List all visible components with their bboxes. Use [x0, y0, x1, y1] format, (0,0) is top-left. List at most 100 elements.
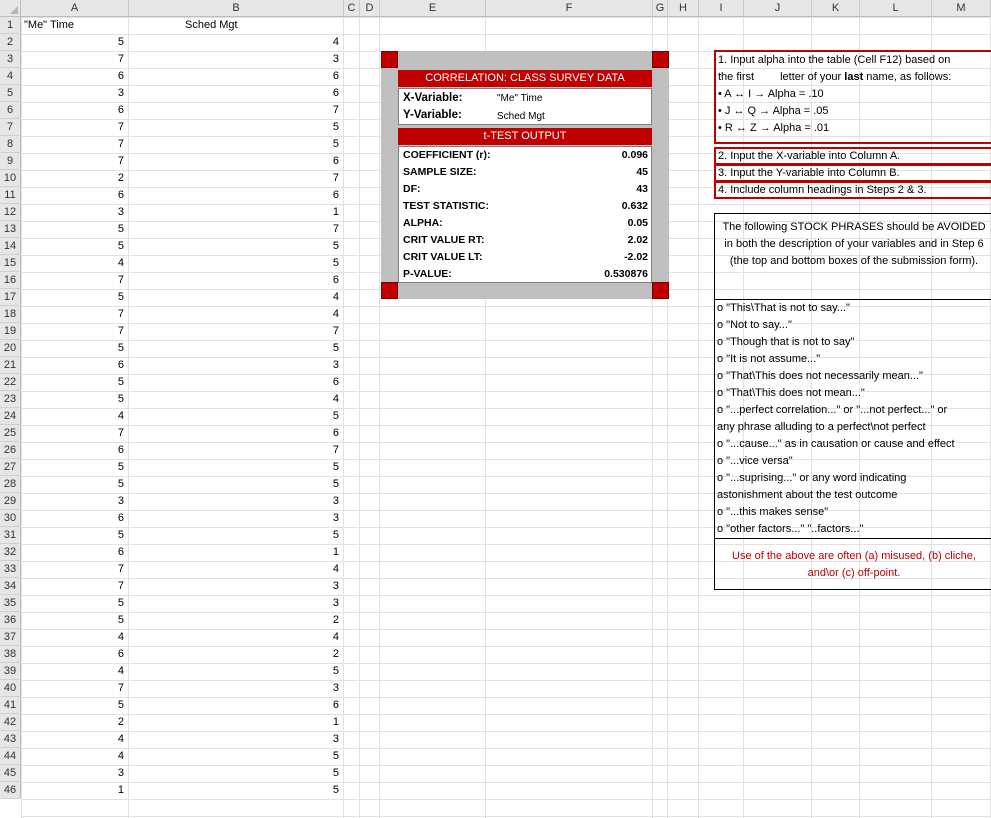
cell-b28[interactable]: 5 [129, 476, 339, 493]
cell-b5[interactable]: 6 [129, 85, 339, 102]
row-header-1[interactable]: 1 [0, 17, 21, 34]
cell-b26[interactable]: 7 [129, 442, 339, 459]
x-variable-value[interactable]: "Me" Time [497, 93, 542, 104]
cell-b15[interactable]: 5 [129, 255, 339, 272]
column-header-c[interactable]: C [344, 0, 360, 17]
row-header-38[interactable]: 38 [0, 646, 21, 663]
cell-a32[interactable]: 6 [21, 544, 124, 561]
cell-b8[interactable]: 5 [129, 136, 339, 153]
cell-a1[interactable]: "Me" Time [24, 17, 74, 34]
cell-b36[interactable]: 2 [129, 612, 339, 629]
row-header-8[interactable]: 8 [0, 136, 21, 153]
cell-a9[interactable]: 7 [21, 153, 124, 170]
row-header-25[interactable]: 25 [0, 425, 21, 442]
column-header-f[interactable]: F [486, 0, 653, 17]
cell-a39[interactable]: 4 [21, 663, 124, 680]
row-header-28[interactable]: 28 [0, 476, 21, 493]
cell-a36[interactable]: 5 [21, 612, 124, 629]
stat-value[interactable]: -2.02 [624, 251, 648, 263]
row-header-4[interactable]: 4 [0, 68, 21, 85]
row-header-26[interactable]: 26 [0, 442, 21, 459]
cell-a34[interactable]: 7 [21, 578, 124, 595]
row-header-45[interactable]: 45 [0, 765, 21, 782]
cell-b31[interactable]: 5 [129, 527, 339, 544]
cell-b42[interactable]: 1 [129, 714, 339, 731]
cell-a25[interactable]: 7 [21, 425, 124, 442]
cell-a37[interactable]: 4 [21, 629, 124, 646]
row-header-39[interactable]: 39 [0, 663, 21, 680]
cell-b6[interactable]: 7 [129, 102, 339, 119]
stat-value[interactable]: 0.05 [628, 217, 648, 229]
cell-a35[interactable]: 5 [21, 595, 124, 612]
row-header-17[interactable]: 17 [0, 289, 21, 306]
cell-a24[interactable]: 4 [21, 408, 124, 425]
column-header-k[interactable]: K [812, 0, 860, 17]
row-header-43[interactable]: 43 [0, 731, 21, 748]
row-header-23[interactable]: 23 [0, 391, 21, 408]
cell-b7[interactable]: 5 [129, 119, 339, 136]
row-header-41[interactable]: 41 [0, 697, 21, 714]
stat-value[interactable]: 0.530876 [604, 268, 648, 280]
cell-a6[interactable]: 6 [21, 102, 124, 119]
cell-a12[interactable]: 3 [21, 204, 124, 221]
cell-a45[interactable]: 3 [21, 765, 124, 782]
cell-b23[interactable]: 4 [129, 391, 339, 408]
cell-a43[interactable]: 4 [21, 731, 124, 748]
cell-b43[interactable]: 3 [129, 731, 339, 748]
row-header-36[interactable]: 36 [0, 612, 21, 629]
row-header-13[interactable]: 13 [0, 221, 21, 238]
cell-b3[interactable]: 3 [129, 51, 339, 68]
cell-b13[interactable]: 7 [129, 221, 339, 238]
cell-b1[interactable]: Sched Mgt [185, 17, 238, 34]
cell-a29[interactable]: 3 [21, 493, 124, 510]
cell-b20[interactable]: 5 [129, 340, 339, 357]
row-header-24[interactable]: 24 [0, 408, 21, 425]
cell-b19[interactable]: 7 [129, 323, 339, 340]
cell-b34[interactable]: 3 [129, 578, 339, 595]
cell-a10[interactable]: 2 [21, 170, 124, 187]
column-header-g[interactable]: G [653, 0, 668, 17]
row-header-27[interactable]: 27 [0, 459, 21, 476]
cell-b41[interactable]: 6 [129, 697, 339, 714]
cell-a16[interactable]: 7 [21, 272, 124, 289]
cell-a15[interactable]: 4 [21, 255, 124, 272]
cell-b9[interactable]: 6 [129, 153, 339, 170]
cell-a33[interactable]: 7 [21, 561, 124, 578]
column-header-l[interactable]: L [860, 0, 932, 17]
cell-a23[interactable]: 5 [21, 391, 124, 408]
cell-b40[interactable]: 3 [129, 680, 339, 697]
row-header-42[interactable]: 42 [0, 714, 21, 731]
cell-a38[interactable]: 6 [21, 646, 124, 663]
cell-a18[interactable]: 7 [21, 306, 124, 323]
cell-a28[interactable]: 5 [21, 476, 124, 493]
cell-a44[interactable]: 4 [21, 748, 124, 765]
cell-a30[interactable]: 6 [21, 510, 124, 527]
cell-a14[interactable]: 5 [21, 238, 124, 255]
stat-value[interactable]: 0.632 [622, 200, 648, 212]
row-header-33[interactable]: 33 [0, 561, 21, 578]
cell-b21[interactable]: 3 [129, 357, 339, 374]
column-header-e[interactable]: E [380, 0, 486, 17]
cell-a20[interactable]: 5 [21, 340, 124, 357]
cell-a17[interactable]: 5 [21, 289, 124, 306]
cell-b24[interactable]: 5 [129, 408, 339, 425]
cell-a4[interactable]: 6 [21, 68, 124, 85]
cell-a42[interactable]: 2 [21, 714, 124, 731]
column-header-h[interactable]: H [668, 0, 699, 17]
cell-a13[interactable]: 5 [21, 221, 124, 238]
cell-b44[interactable]: 5 [129, 748, 339, 765]
column-header-m[interactable]: M [932, 0, 991, 17]
cell-a26[interactable]: 6 [21, 442, 124, 459]
row-header-22[interactable]: 22 [0, 374, 21, 391]
cell-a11[interactable]: 6 [21, 187, 124, 204]
cell-a8[interactable]: 7 [21, 136, 124, 153]
row-header-9[interactable]: 9 [0, 153, 21, 170]
y-variable-value[interactable]: Sched Mgt [497, 111, 545, 122]
cell-b14[interactable]: 5 [129, 238, 339, 255]
cell-a7[interactable]: 7 [21, 119, 124, 136]
row-header-14[interactable]: 14 [0, 238, 21, 255]
cell-b46[interactable]: 5 [129, 782, 339, 799]
cell-b25[interactable]: 6 [129, 425, 339, 442]
cell-a21[interactable]: 6 [21, 357, 124, 374]
column-header-a[interactable]: A [21, 0, 129, 17]
